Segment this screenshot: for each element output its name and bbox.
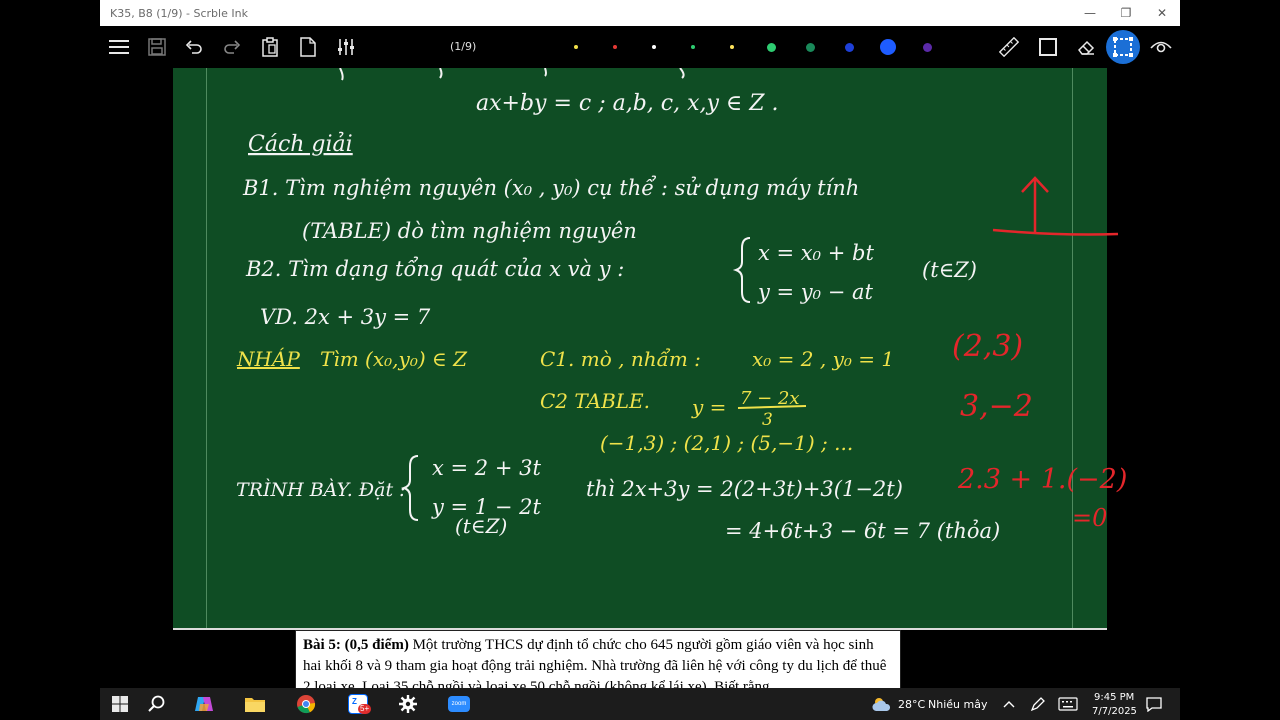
- red-pair-2: 3,−2: [960, 389, 1033, 424]
- windows-taskbar: Z 5+ zoom 28°C Nhiều mây 9:45 PM 7/7/202…: [100, 688, 1180, 720]
- selection-icon[interactable]: [1106, 26, 1140, 68]
- app-toolbar: (1/9): [100, 26, 1180, 68]
- substitution-line2: = 4+6t+3 − 6t = 7 (thỏa): [725, 519, 1000, 543]
- zoom-icon[interactable]: zoom: [446, 688, 472, 720]
- zalo-icon[interactable]: Z 5+: [344, 688, 372, 720]
- close-button[interactable]: ✕: [1144, 0, 1180, 26]
- ink-canvas[interactable]: ax+by = c ; a,b, c, x,y ∈ Z . Cách giải …: [100, 68, 1180, 688]
- weather-description[interactable]: Nhiều mây: [928, 698, 987, 711]
- c1-guess: C1. mò , nhẩm :: [540, 347, 701, 371]
- red-check-1: 2.3 + 1.(−2): [957, 464, 1127, 495]
- pen-color-1[interactable]: [574, 45, 578, 49]
- pen-color-2[interactable]: [613, 45, 617, 49]
- substitution-line1: thì 2x+3y = 2(2+3t)+3(1−2t): [586, 477, 903, 501]
- eye-icon[interactable]: [1148, 26, 1174, 68]
- presentation-label: TRÌNH BÀY. Đặt :: [236, 478, 406, 501]
- weather-temperature[interactable]: 28°C: [898, 698, 925, 711]
- rectangle-icon[interactable]: [1036, 26, 1060, 68]
- pen-menu-icon[interactable]: [1028, 688, 1048, 720]
- save-icon[interactable]: [145, 26, 169, 68]
- t-in-z-2: (t∈Z): [455, 514, 507, 538]
- pen-color-9[interactable]: [880, 39, 896, 55]
- pen-color-4[interactable]: [691, 45, 695, 49]
- file-explorer-icon[interactable]: [243, 688, 267, 720]
- method-heading: Cách giải: [248, 131, 353, 157]
- redo-icon[interactable]: [220, 26, 244, 68]
- table-solutions: (−1,3) ; (2,1) ; (5,−1) ; ...: [600, 431, 853, 455]
- general-x: x = x₀ + bt: [758, 241, 874, 265]
- t-in-z-1: (t∈Z): [922, 258, 977, 282]
- c1-result: x₀ = 2 , y₀ = 1: [752, 347, 894, 371]
- red-check-2: =0: [1072, 504, 1107, 532]
- restore-button[interactable]: ❐: [1108, 0, 1144, 26]
- eraser-icon[interactable]: [1074, 26, 1098, 68]
- step2-line: B2. Tìm dạng tổng quát của x và y :: [245, 257, 624, 281]
- pen-color-5[interactable]: [730, 45, 734, 49]
- zalo-badge: 5+: [358, 704, 372, 714]
- step1-line1: B1. Tìm nghiệm nguyên (x₀ , y₀) cụ thể :…: [242, 176, 859, 200]
- page-icon[interactable]: [296, 26, 320, 68]
- find-solution: Tìm (x₀,y₀) ∈ Z: [320, 347, 468, 371]
- menu-icon[interactable]: [106, 26, 132, 68]
- handwriting-layer: ax+by = c ; a,b, c, x,y ∈ Z . Cách giải …: [236, 68, 1127, 543]
- page-indicator[interactable]: (1/9): [450, 40, 476, 53]
- touch-keyboard-icon[interactable]: [1056, 688, 1080, 720]
- minimize-button[interactable]: —: [1072, 0, 1108, 26]
- window-title: K35, B8 (1/9) - Scrble Ink: [110, 7, 248, 20]
- search-icon[interactable]: [145, 688, 169, 720]
- settings-gear-icon[interactable]: [396, 688, 420, 720]
- windows-start-icon[interactable]: [108, 688, 132, 720]
- clock-time[interactable]: 9:45 PM: [1094, 692, 1134, 703]
- pen-color-8[interactable]: [844, 42, 854, 52]
- inserted-document-image[interactable]: Bài 5: (0,5 điểm) Một trường THCS dự địn…: [295, 630, 901, 688]
- draft-label: NHÁP: [236, 347, 300, 371]
- paste-icon[interactable]: [258, 26, 282, 68]
- general-y: y = y₀ − at: [757, 280, 874, 304]
- copilot-icon[interactable]: [192, 688, 216, 720]
- clock-date[interactable]: 7/7/2025: [1092, 706, 1137, 717]
- example-equation: VD. 2x + 3y = 7: [260, 305, 431, 329]
- table-y-eq: y =: [691, 395, 726, 419]
- chrome-icon[interactable]: [294, 688, 318, 720]
- problem-points: (0,5 điểm): [344, 637, 409, 653]
- undo-icon[interactable]: [182, 26, 206, 68]
- pen-color-3[interactable]: [652, 45, 656, 49]
- window-titlebar: K35, B8 (1/9) - Scrble Ink — ❐ ✕: [100, 0, 1180, 26]
- step1-line2: (TABLE) dò tìm nghiệm nguyên: [302, 219, 637, 243]
- pen-color-7[interactable]: [805, 42, 815, 52]
- weather-cloud-icon[interactable]: [870, 688, 894, 720]
- ruler-icon[interactable]: [997, 26, 1021, 68]
- equation-general: ax+by = c ; a,b, c, x,y ∈ Z .: [476, 91, 778, 116]
- set-x: x = 2 + 3t: [432, 456, 541, 480]
- c2-table: C2 TABLE.: [540, 389, 650, 413]
- notification-icon[interactable]: [1144, 688, 1164, 720]
- problem-label: Bài 5:: [303, 637, 341, 653]
- red-pair-1: (2,3): [952, 329, 1023, 364]
- table-denominator: 3: [762, 410, 773, 430]
- settings-sliders-icon[interactable]: [334, 26, 358, 68]
- pen-color-10[interactable]: [922, 42, 932, 52]
- pen-color-6[interactable]: [766, 42, 776, 52]
- show-hidden-icons-chevron-icon[interactable]: [1000, 688, 1018, 720]
